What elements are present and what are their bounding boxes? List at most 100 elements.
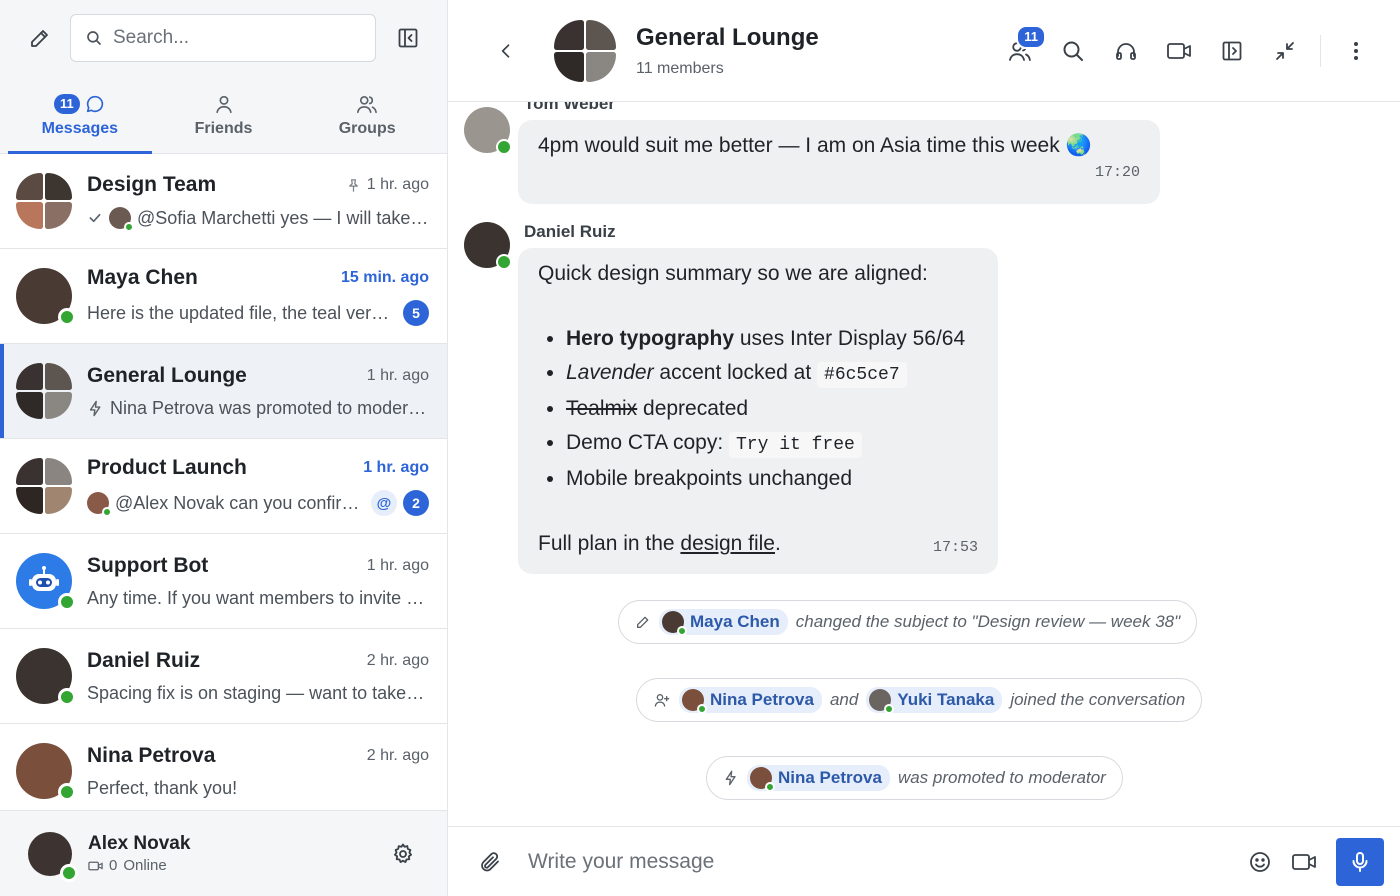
- group-avatar: [16, 458, 72, 514]
- list-item: Tealmix deprecated: [566, 396, 978, 422]
- message: Tom Weber 4pm would suit me better — I a…: [464, 102, 1184, 212]
- conversation-time: 1 hr. ago: [363, 459, 429, 476]
- audio-call-button[interactable]: [1108, 33, 1144, 69]
- users-icon: [357, 95, 378, 113]
- search-box[interactable]: [70, 14, 376, 62]
- unread-badge: 5: [403, 300, 429, 326]
- message-bubble: 4pm would suit me better — I am on Asia …: [518, 120, 1160, 204]
- search-icon: [87, 31, 101, 45]
- conversation-name: General Lounge: [87, 363, 247, 387]
- conversation-time: 1 hr. ago: [366, 366, 429, 384]
- sender-avatar: [87, 492, 112, 517]
- back-button[interactable]: [488, 33, 524, 69]
- group-avatar: [16, 363, 72, 419]
- message-input[interactable]: [528, 849, 1242, 874]
- messages-count-badge: 11: [53, 93, 80, 114]
- user-avatar[interactable]: [28, 831, 78, 882]
- conversation-item[interactable]: Support Bot 1 hr. ago Any time. If you w…: [0, 534, 447, 629]
- item-text: Mobile breakpoints unchanged: [566, 467, 853, 490]
- compose-button[interactable]: [22, 20, 58, 56]
- conversation-name: Product Launch: [87, 456, 247, 479]
- user-plus-icon: [654, 694, 670, 707]
- minimize-button[interactable]: [1267, 33, 1303, 69]
- user-chip[interactable]: Nina Petrova: [747, 765, 890, 792]
- pencil-icon: [637, 616, 649, 628]
- robot-icon: [29, 566, 59, 591]
- message-text: 4pm would suit me better — I am on Asia …: [538, 134, 1092, 157]
- user-chip[interactable]: Nina Petrova: [679, 687, 822, 714]
- sidebar-collapse-icon: [398, 28, 418, 48]
- current-user-name: Alex Novak: [88, 833, 191, 854]
- minimize-icon: [1276, 41, 1294, 60]
- user-avatar[interactable]: [464, 107, 512, 155]
- bold-text: Hero typography: [566, 327, 735, 350]
- sidebar-expand-icon: [1222, 41, 1242, 60]
- chip-label: Yuki Tanaka: [897, 690, 995, 709]
- check-icon: [89, 213, 101, 223]
- inline-code: #6c5ce7: [817, 362, 907, 388]
- system-event: Maya Chen changed the subject to "Design…: [618, 600, 1198, 644]
- user-avatar: [16, 268, 76, 326]
- chat-bubble-icon: [86, 95, 103, 112]
- tab-messages[interactable]: 11 Messages: [8, 76, 152, 154]
- online-indicator: [60, 863, 78, 882]
- divider: [1320, 34, 1321, 67]
- conversation-item[interactable]: General Lounge 1 hr. ago Nina Petrova wa…: [0, 344, 447, 439]
- user-icon: [215, 95, 232, 113]
- gear-icon: [394, 843, 412, 863]
- conversation-item[interactable]: Maya Chen 15 min. ago Here is the update…: [0, 249, 447, 344]
- search-input[interactable]: [113, 27, 353, 49]
- item-text: uses Inter Display 56/64: [734, 327, 966, 350]
- design-file-link[interactable]: design file: [680, 532, 775, 555]
- conversation-item[interactable]: Product Launch 1 hr. ago @Alex Novak can…: [0, 439, 447, 534]
- conversation-item[interactable]: Design Team 1 hr. ago @Sofia Marchetti y…: [0, 154, 447, 249]
- search-button[interactable]: [1055, 33, 1091, 69]
- system-event: Nina Petrova was promoted to moderator: [706, 756, 1123, 800]
- emoji-button[interactable]: [1242, 844, 1278, 880]
- inline-code: Try it free: [729, 432, 862, 458]
- conversation-time: 1 hr. ago: [366, 556, 429, 574]
- user-chip[interactable]: Maya Chen: [659, 609, 788, 636]
- conversation-name: Daniel Ruiz: [87, 648, 201, 672]
- attach-button[interactable]: [472, 844, 508, 880]
- conversation-time: 2 hr. ago: [366, 651, 429, 669]
- chip-label: Nina Petrova: [710, 690, 814, 709]
- chip-label: Nina Petrova: [778, 768, 882, 787]
- paperclip-icon: [481, 851, 499, 871]
- tab-groups[interactable]: Groups: [295, 76, 439, 153]
- outro-text: Full plan in the: [538, 532, 681, 555]
- member-count: 11 members: [636, 59, 724, 77]
- conversation-name: Maya Chen: [87, 266, 198, 289]
- collapse-sidebar-button[interactable]: [390, 20, 426, 56]
- video-call-button[interactable]: [1161, 33, 1197, 69]
- sidebar-tabs: 11 Messages Friends Groups: [0, 76, 447, 154]
- chevron-left-icon: [501, 43, 510, 58]
- event-text: was promoted to moderator: [897, 768, 1106, 787]
- tab-label: Messages: [41, 119, 119, 137]
- conversation-item[interactable]: Daniel Ruiz 2 hr. ago Spacing fix is on …: [0, 629, 447, 724]
- video-message-button[interactable]: [1286, 844, 1322, 880]
- conversation-preview: Any time. If you want members to invite …: [87, 587, 429, 608]
- message-intro: Quick design summary so we are aligned:: [538, 262, 928, 285]
- user-avatar[interactable]: [464, 222, 512, 270]
- camera-small-icon: [88, 861, 103, 870]
- pin-icon: [348, 178, 358, 192]
- lightning-icon: [89, 400, 101, 416]
- item-text: accent locked at: [653, 361, 818, 384]
- tab-friends[interactable]: Friends: [152, 76, 296, 153]
- conversation-time: 15 min. ago: [340, 269, 429, 286]
- list-item: Hero typography uses Inter Display 56/64: [566, 326, 978, 352]
- status-count: 0: [109, 857, 118, 874]
- settings-button[interactable]: [385, 836, 421, 872]
- more-options-button[interactable]: [1338, 33, 1374, 69]
- list-item: Lavender accent locked at #6c5ce7: [566, 360, 978, 388]
- conversation-preview: Here is the updated file, the teal versi…: [87, 302, 397, 323]
- event-text: and: [829, 690, 859, 709]
- voice-message-button[interactable]: [1336, 837, 1384, 886]
- toggle-panel-button[interactable]: [1214, 33, 1250, 69]
- conversation-item[interactable]: Nina Petrova 2 hr. ago Perfect, thank yo…: [0, 724, 447, 819]
- members-button[interactable]: 11: [1002, 24, 1046, 69]
- message: Daniel Ruiz Quick design summary so we a…: [464, 220, 1064, 580]
- user-chip[interactable]: Yuki Tanaka: [866, 687, 1003, 714]
- status-text: Online: [123, 857, 167, 874]
